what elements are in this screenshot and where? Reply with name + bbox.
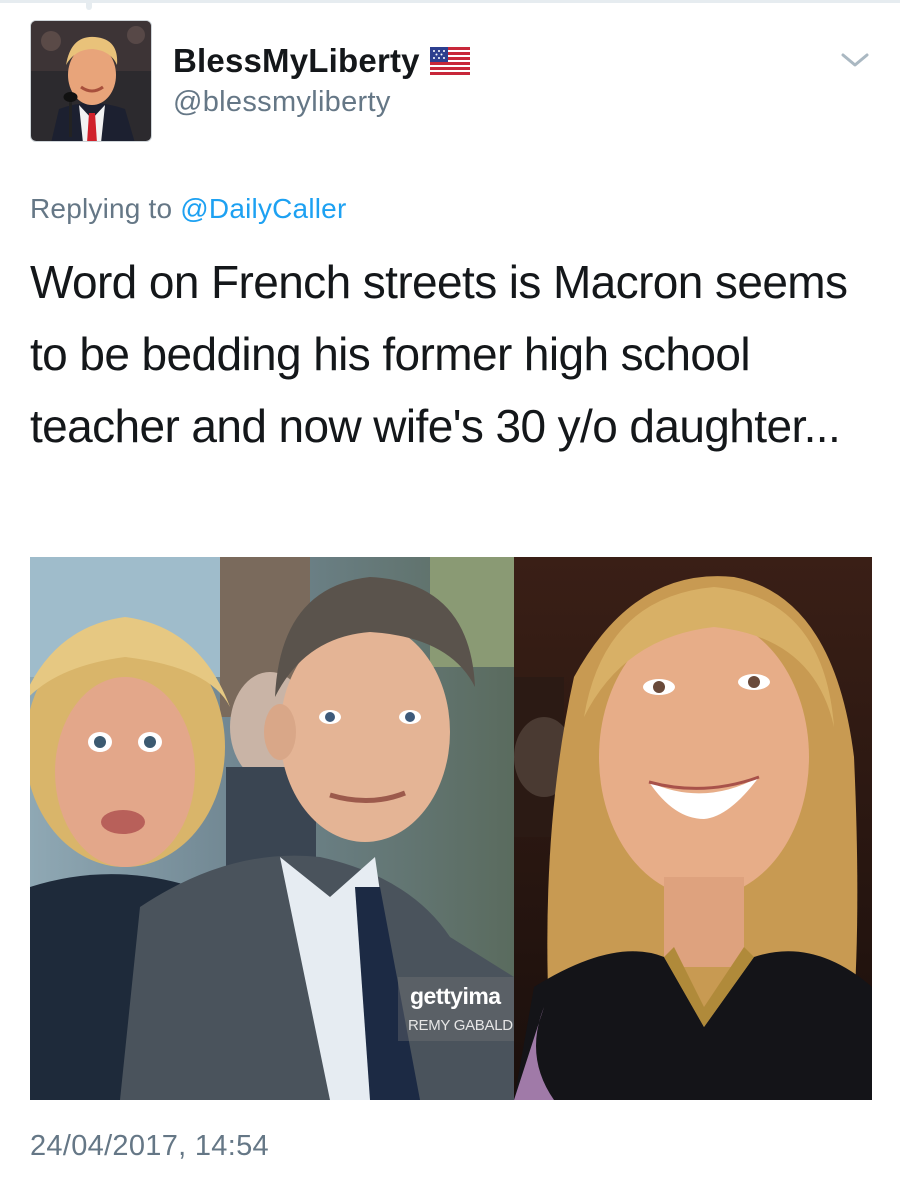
photo-right-image [514, 557, 872, 1100]
tweet-header: BlessMyLiberty @blessmyliberty [30, 20, 870, 144]
us-flag-icon [429, 47, 470, 75]
top-divider [0, 0, 900, 3]
reply-target-link[interactable]: @DailyCaller [180, 193, 346, 224]
photo-left[interactable]: gettyima REMY GABALD [30, 557, 514, 1100]
watermark-brand: gettyima [410, 983, 501, 1009]
chevron-down-icon[interactable] [840, 50, 870, 70]
tweet-media[interactable]: gettyima REMY GABALD [30, 557, 872, 1100]
display-name[interactable]: BlessMyLiberty [173, 42, 420, 80]
avatar[interactable] [30, 20, 152, 142]
display-name-row: BlessMyLiberty [173, 40, 470, 82]
user-handle[interactable]: @blessmyliberty [173, 86, 470, 119]
tweet-text: Word on French streets is Macron seems t… [30, 256, 848, 452]
replying-to: Replying to @DailyCaller [30, 193, 346, 225]
user-names: BlessMyLiberty @blessmyliberty [173, 40, 470, 119]
getty-watermark: gettyima REMY GABALD [398, 977, 514, 1041]
replying-to-label: Replying to [30, 193, 173, 224]
photo-right[interactable] [514, 557, 872, 1100]
top-divider-tick [86, 0, 92, 10]
tweet-timestamp[interactable]: 24/04/2017, 14:54 [30, 1130, 269, 1163]
avatar-image [31, 21, 151, 141]
watermark-credit: REMY GABALD [408, 1017, 513, 1034]
